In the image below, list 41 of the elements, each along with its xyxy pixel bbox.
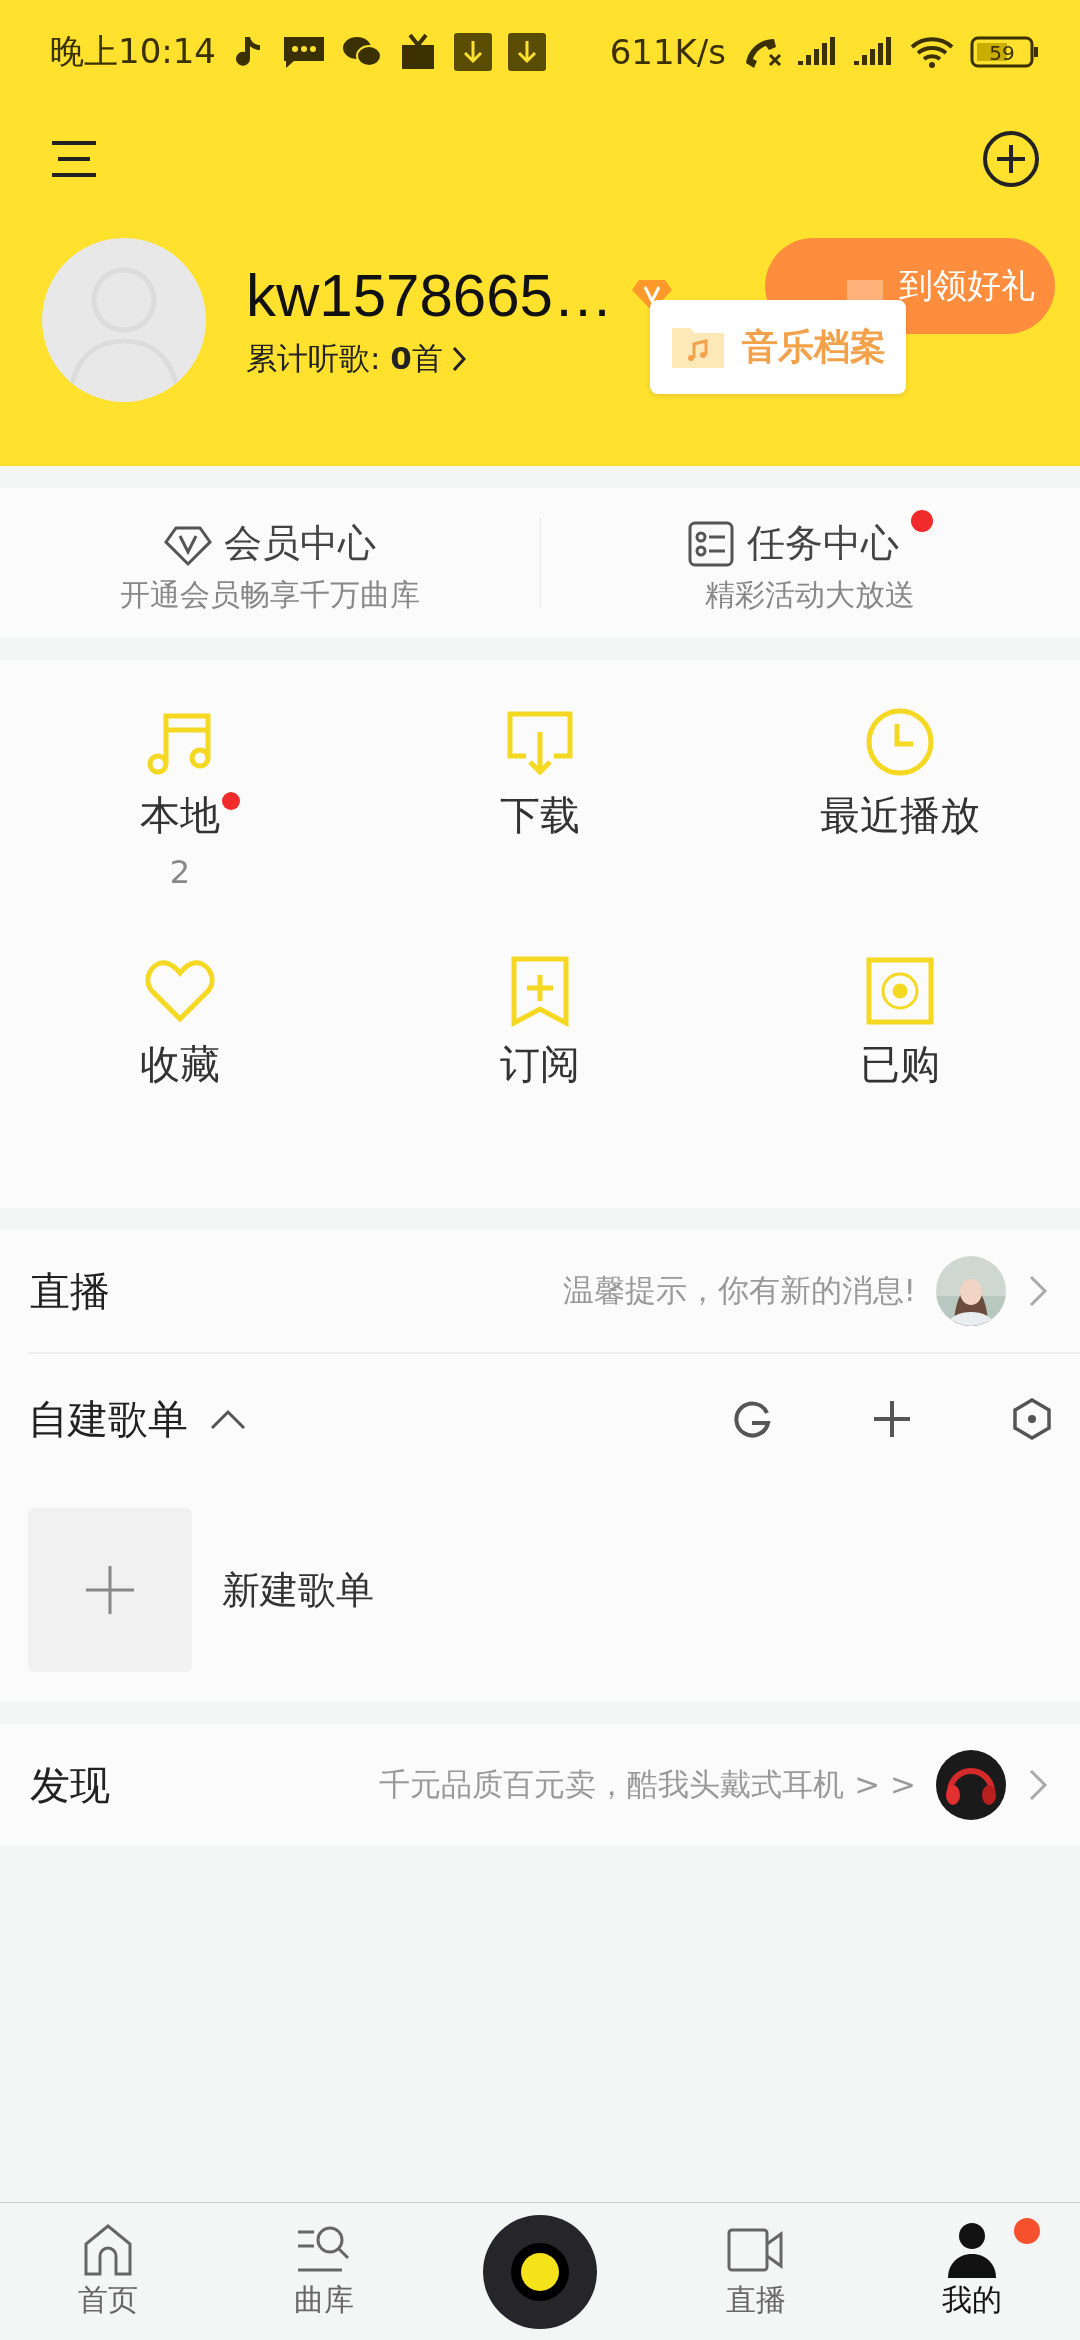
row-hint: 温馨提示，你有新的消息! <box>562 1271 916 1310</box>
nav-tab[interactable]: 我的 <box>864 2222 1080 2321</box>
tab-label: 曲库 <box>294 2281 354 2319</box>
shortcut-label: 最近播放 <box>820 791 980 840</box>
section-title: 自建歌单 <box>28 1394 188 1444</box>
shortcut-item[interactable]: 本地 2 <box>0 706 360 955</box>
tab-label: 直播 <box>726 2281 786 2319</box>
new-playlist-item[interactable]: 新建歌单 <box>0 1484 1080 1702</box>
discover-row[interactable]: 发现 千元品质百元卖，酷我头戴式耳机 > > <box>0 1724 1080 1846</box>
tab-label: 我的 <box>942 2281 1002 2319</box>
username: kw1578665… <box>246 260 613 330</box>
card-subtitle: 开通会员畅享千万曲库 <box>119 576 420 614</box>
row-title: 发现 <box>30 1760 110 1810</box>
listen-count[interactable]: 累计听歌: 0首 <box>246 337 443 380</box>
shortcut-item[interactable]: 最近播放 <box>720 706 1080 955</box>
live-row[interactable]: 直播 温馨提示，你有新的消息! <box>0 1230 1080 1352</box>
network-speed: 611K/s <box>609 32 726 72</box>
shortcut-item[interactable]: 订阅 <box>360 955 720 1204</box>
shortcut-item[interactable]: 收藏 <box>0 955 360 1204</box>
shortcut-label: 下载 <box>500 791 580 840</box>
new-playlist-label: 新建歌单 <box>222 1566 374 1614</box>
card-title: 会员中心 <box>223 520 376 567</box>
shortcut-label: 已购 <box>860 1040 940 1089</box>
shortcut-count: 2 <box>169 853 191 891</box>
tab-label: 首页 <box>78 2281 138 2319</box>
member-card[interactable]: 任务中心 精彩活动大放送 <box>540 510 1080 616</box>
status-time: 晚上10:14 <box>50 30 216 73</box>
nav-tab[interactable]: 曲库 <box>216 2222 432 2321</box>
nav-tab[interactable]: 首页 <box>0 2222 216 2321</box>
shortcut-item[interactable]: 下载 <box>360 706 720 955</box>
member-card[interactable]: 会员中心 开通会员畅享千万曲库 <box>0 510 540 616</box>
nav-tab[interactable]: 直播 <box>648 2222 864 2321</box>
shortcut-item[interactable]: 已购 <box>720 955 1080 1204</box>
card-title: 任务中心 <box>747 520 900 567</box>
shortcut-label: 本地 <box>140 791 220 840</box>
row-title: 直播 <box>30 1266 110 1316</box>
row-hint: 千元品质百元卖，酷我头戴式耳机 > > <box>379 1765 916 1804</box>
shortcut-label: 收藏 <box>140 1040 220 1089</box>
shortcut-label: 订阅 <box>500 1040 580 1089</box>
card-subtitle: 精彩活动大放送 <box>705 576 916 614</box>
battery-level: 59 <box>989 41 1015 65</box>
